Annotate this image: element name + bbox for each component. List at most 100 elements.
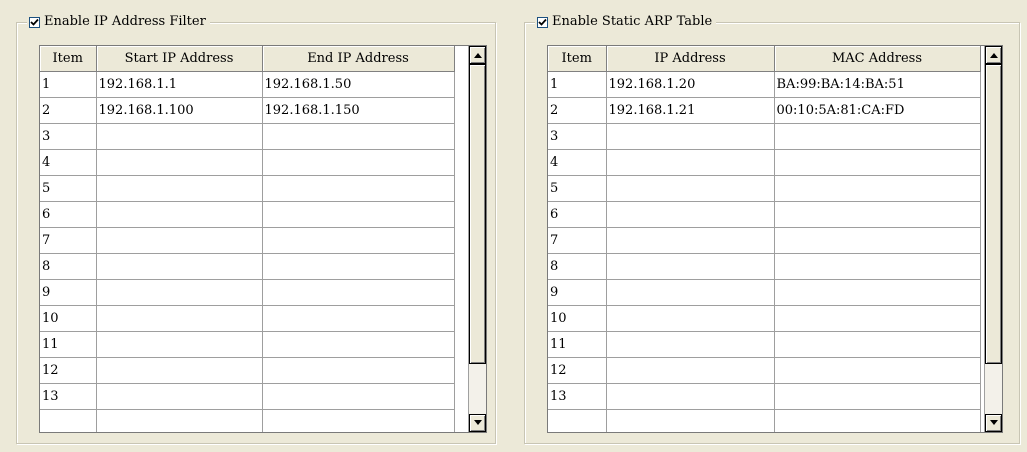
- table-cell[interactable]: [262, 175, 455, 202]
- table-cell[interactable]: [606, 149, 775, 176]
- table-cell[interactable]: 192.168.1.1: [96, 71, 263, 98]
- table-cell[interactable]: 6: [40, 201, 97, 228]
- ip-filter-grid[interactable]: Item Start IP Address End IP Address 1 192.…: [39, 45, 487, 433]
- table-row[interactable]: 4: [40, 149, 455, 176]
- table-row[interactable]: 11: [548, 331, 981, 358]
- scroll-thumb[interactable]: [469, 64, 486, 364]
- table-cell[interactable]: [262, 253, 455, 280]
- table-row[interactable]: 8: [548, 253, 981, 280]
- table-row[interactable]: 9: [40, 279, 455, 306]
- table-cell[interactable]: [96, 175, 263, 202]
- table-cell[interactable]: [96, 409, 263, 432]
- table-cell[interactable]: [96, 149, 263, 176]
- table-cell[interactable]: 5: [548, 175, 607, 202]
- table-row[interactable]: [548, 409, 981, 432]
- table-cell[interactable]: 192.168.1.50: [262, 71, 455, 98]
- table-cell[interactable]: 4: [40, 149, 97, 176]
- arp-table-checkbox-label[interactable]: Enable Static ARP Table: [552, 13, 712, 31]
- table-row[interactable]: 7: [548, 227, 981, 254]
- table-row[interactable]: 12: [40, 357, 455, 384]
- scroll-down-button[interactable]: [469, 414, 486, 432]
- scroll-up-button[interactable]: [469, 46, 486, 64]
- table-cell[interactable]: [774, 175, 981, 202]
- table-cell[interactable]: [262, 331, 455, 358]
- table-cell[interactable]: [606, 175, 775, 202]
- table-row[interactable]: 10: [548, 305, 981, 332]
- column-header[interactable]: IP Address: [606, 46, 775, 72]
- table-cell[interactable]: [774, 279, 981, 306]
- table-cell[interactable]: [96, 279, 263, 306]
- column-header[interactable]: Item: [548, 46, 607, 72]
- table-cell[interactable]: [774, 201, 981, 228]
- table-cell[interactable]: [606, 123, 775, 150]
- table-cell[interactable]: [774, 149, 981, 176]
- table-row[interactable]: 3: [548, 123, 981, 150]
- table-cell[interactable]: [606, 331, 775, 358]
- table-cell[interactable]: [96, 331, 263, 358]
- table-row[interactable]: 11: [40, 331, 455, 358]
- table-cell[interactable]: 9: [40, 279, 97, 306]
- scroll-down-button[interactable]: [985, 414, 1002, 432]
- column-header[interactable]: End IP Address: [262, 46, 455, 72]
- table-cell[interactable]: [606, 279, 775, 306]
- table-cell[interactable]: [262, 123, 455, 150]
- table-cell[interactable]: 3: [548, 123, 607, 150]
- column-header[interactable]: Item: [40, 46, 97, 72]
- table-row[interactable]: 2 192.168.1.100 192.168.1.150: [40, 97, 455, 124]
- table-cell[interactable]: 8: [40, 253, 97, 280]
- arp-table-checkbox[interactable]: [537, 16, 548, 28]
- column-header[interactable]: MAC Address: [774, 46, 981, 72]
- table-cell[interactable]: [262, 383, 455, 410]
- table-cell[interactable]: 192.168.1.21: [606, 97, 775, 124]
- table-row[interactable]: 5: [548, 175, 981, 202]
- table-cell[interactable]: [262, 357, 455, 384]
- table-cell[interactable]: [96, 305, 263, 332]
- table-cell[interactable]: [96, 253, 263, 280]
- table-cell[interactable]: [774, 409, 981, 432]
- scroll-up-button[interactable]: [985, 46, 1002, 64]
- ip-filter-checkbox[interactable]: [29, 16, 40, 28]
- table-cell[interactable]: 192.168.1.150: [262, 97, 455, 124]
- table-cell[interactable]: 2: [40, 97, 97, 124]
- scroll-thumb[interactable]: [985, 64, 1002, 364]
- column-header[interactable]: Start IP Address: [96, 46, 263, 72]
- table-row[interactable]: 13: [40, 383, 455, 410]
- table-cell[interactable]: [774, 305, 981, 332]
- table-row[interactable]: 2 192.168.1.21 00:10:5A:81:CA:FD: [548, 97, 981, 124]
- table-cell[interactable]: 12: [40, 357, 97, 384]
- table-cell[interactable]: [606, 409, 775, 432]
- table-cell[interactable]: 1: [40, 71, 97, 98]
- table-cell[interactable]: [606, 383, 775, 410]
- table-row[interactable]: 8: [40, 253, 455, 280]
- table-cell[interactable]: 8: [548, 253, 607, 280]
- table-cell[interactable]: [606, 227, 775, 254]
- table-cell[interactable]: 6: [548, 201, 607, 228]
- table-cell[interactable]: 11: [40, 331, 97, 358]
- table-cell[interactable]: 10: [40, 305, 97, 332]
- table-cell[interactable]: BA:99:BA:14:BA:51: [774, 71, 981, 98]
- table-row[interactable]: 3: [40, 123, 455, 150]
- table-cell[interactable]: [262, 201, 455, 228]
- table-cell[interactable]: 13: [40, 383, 97, 410]
- table-cell[interactable]: [774, 227, 981, 254]
- arp-table-grid[interactable]: Item IP Address MAC Address 1 192.168.1.20 B…: [547, 45, 1003, 433]
- table-cell[interactable]: 12: [548, 357, 607, 384]
- table-row[interactable]: 7: [40, 227, 455, 254]
- table-cell[interactable]: [96, 357, 263, 384]
- table-cell[interactable]: 1: [548, 71, 607, 98]
- table-cell[interactable]: [606, 357, 775, 384]
- table-row[interactable]: [40, 409, 455, 432]
- table-cell[interactable]: [606, 201, 775, 228]
- ip-filter-checkbox-label[interactable]: Enable IP Address Filter: [44, 13, 206, 31]
- table-cell[interactable]: [774, 253, 981, 280]
- table-row[interactable]: 1 192.168.1.20 BA:99:BA:14:BA:51: [548, 71, 981, 98]
- table-cell[interactable]: [548, 409, 607, 432]
- arp-table-scrollbar[interactable]: [984, 46, 1002, 432]
- table-row[interactable]: 6: [548, 201, 981, 228]
- table-cell[interactable]: 00:10:5A:81:CA:FD: [774, 97, 981, 124]
- table-cell[interactable]: 7: [548, 227, 607, 254]
- table-cell[interactable]: 5: [40, 175, 97, 202]
- table-cell[interactable]: [774, 331, 981, 358]
- table-cell[interactable]: [262, 149, 455, 176]
- table-cell[interactable]: 7: [40, 227, 97, 254]
